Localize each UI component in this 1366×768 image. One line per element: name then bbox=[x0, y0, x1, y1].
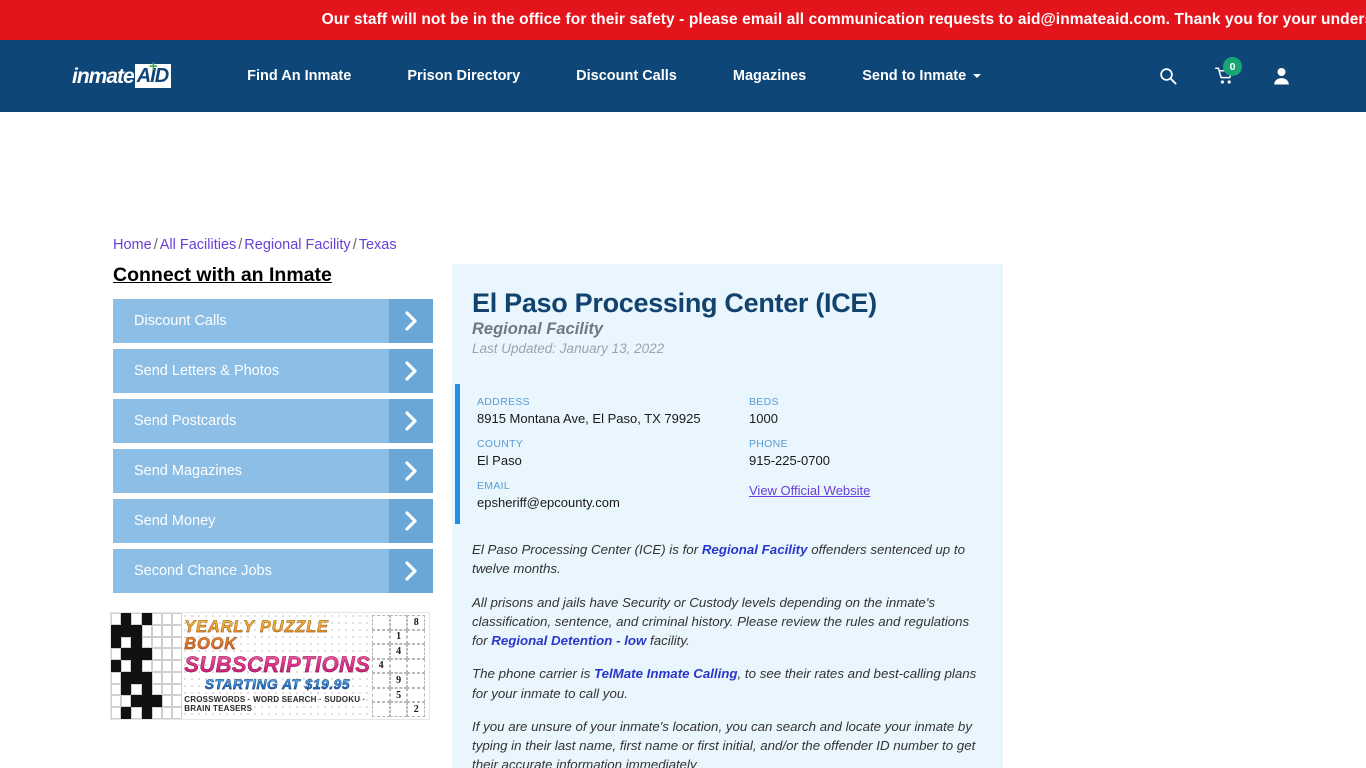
breadcrumb-separator: / bbox=[153, 237, 158, 253]
alert-banner-text: Our staff will not be in the office for … bbox=[321, 11, 1366, 28]
description-paragraph-2: All prisons and jails have Security or C… bbox=[472, 593, 983, 651]
info-label: BEDS bbox=[749, 396, 779, 408]
desc-text: El Paso Processing Center (ICE) is for bbox=[472, 542, 702, 557]
info-field-county: COUNTY El Paso bbox=[477, 438, 749, 468]
chevron-right-icon bbox=[389, 549, 433, 593]
page-title: El Paso Processing Center (ICE) bbox=[472, 288, 877, 318]
cart-icon[interactable]: 0 bbox=[1215, 57, 1242, 85]
sidebar-item-send-postcards[interactable]: Send Postcards bbox=[113, 399, 433, 443]
nav-item-send-to-inmate[interactable]: Send to Inmate bbox=[834, 68, 1009, 84]
user-icon[interactable] bbox=[1273, 67, 1290, 85]
info-label: ADDRESS bbox=[477, 396, 530, 408]
facility-description: El Paso Processing Center (ICE) is for R… bbox=[472, 540, 983, 768]
sidebar-item-send-letters-photos[interactable]: Send Letters & Photos bbox=[113, 349, 433, 393]
ad-text-block: YEARLY PUZZLE BOOK SUBSCRIPTIONS STARTIN… bbox=[182, 613, 372, 719]
facility-type: Regional Facility bbox=[472, 320, 604, 338]
nav-item-prison-directory[interactable]: Prison Directory bbox=[379, 68, 548, 84]
ad-subtext: CROSSWORDS · WORD SEARCH · SUDOKU · BRAI… bbox=[184, 695, 366, 714]
nav-item-magazines[interactable]: Magazines bbox=[705, 68, 834, 84]
last-updated-text: Last Updated: January 13, 2022 bbox=[472, 341, 665, 356]
sidebar-item-label: Send Magazines bbox=[134, 463, 243, 479]
ad-headline-1: YEARLY PUZZLE BOOK bbox=[184, 618, 370, 654]
sidebar-item-label: Second Chance Jobs bbox=[134, 563, 272, 579]
info-label: PHONE bbox=[749, 438, 788, 450]
info-value: 915-225-0700 bbox=[749, 453, 830, 468]
chevron-right-icon bbox=[389, 299, 433, 343]
description-paragraph-1: El Paso Processing Center (ICE) is for R… bbox=[472, 540, 983, 579]
info-field-phone: PHONE 915-225-0700 bbox=[749, 438, 1003, 468]
breadcrumb-separator: / bbox=[352, 237, 357, 253]
breadcrumb-item-regional-facility[interactable]: Regional Facility bbox=[244, 237, 350, 253]
link-telmate-inmate-calling[interactable]: TelMate Inmate Calling bbox=[594, 666, 738, 681]
ad-headline-3: STARTING AT $19.95 bbox=[204, 676, 350, 693]
sidebar-item-label: Send Letters & Photos bbox=[134, 363, 280, 379]
description-paragraph-3: The phone carrier is TelMate Inmate Call… bbox=[472, 664, 983, 703]
info-field-email: EMAIL epsheriff@epcounty.com bbox=[477, 480, 749, 510]
logo-plus-icon: + bbox=[149, 58, 158, 75]
logo-text-inmate: inmate bbox=[72, 64, 135, 88]
info-value: 8915 Montana Ave, El Paso, TX 79925 bbox=[477, 411, 701, 426]
chevron-right-icon bbox=[389, 449, 433, 493]
link-regional-detention-low[interactable]: Regional Detention - low bbox=[491, 633, 646, 648]
description-paragraph-4: If you are unsure of your inmate's locat… bbox=[472, 718, 976, 768]
info-label: COUNTY bbox=[477, 438, 524, 450]
breadcrumb-item-all-facilities[interactable]: All Facilities bbox=[160, 237, 237, 253]
site-logo[interactable]: inmate AID + bbox=[72, 59, 172, 88]
site-alert-banner: Our staff will not be in the office for … bbox=[0, 0, 1366, 40]
info-value: epsheriff@epcounty.com bbox=[477, 495, 620, 510]
sidebar-title: Connect with an Inmate bbox=[113, 264, 332, 286]
chevron-right-icon bbox=[389, 499, 433, 543]
puzzle-book-ad-banner[interactable]: YEARLY PUZZLE BOOK SUBSCRIPTIONS STARTIN… bbox=[110, 612, 430, 720]
info-field-website: View Official Website bbox=[749, 480, 1003, 510]
ad-headline-2: SUBSCRIPTIONS bbox=[184, 652, 371, 678]
view-official-website-link[interactable]: View Official Website bbox=[749, 483, 870, 498]
info-field-beds: BEDS 1000 bbox=[749, 396, 1003, 426]
breadcrumb-item-home[interactable]: Home bbox=[113, 237, 152, 253]
breadcrumb-item-texas[interactable]: Texas bbox=[359, 237, 397, 253]
sidebar-item-label: Discount Calls bbox=[134, 313, 227, 329]
chevron-right-icon bbox=[389, 399, 433, 443]
link-regional-facility[interactable]: Regional Facility bbox=[702, 542, 808, 557]
breadcrumb: Home / All Facilities / Regional Facility / Te… bbox=[113, 237, 397, 253]
sidebar-item-discount-calls[interactable]: Discount Calls bbox=[113, 299, 433, 343]
sidebar-item-send-money[interactable]: Send Money bbox=[113, 499, 433, 543]
facility-card: El Paso Processing Center (ICE) Regional… bbox=[452, 264, 1003, 768]
chevron-right-icon bbox=[389, 349, 433, 393]
cart-count-badge: 0 bbox=[1223, 57, 1242, 76]
sudoku-grid-graphic: 8144952 bbox=[372, 613, 429, 719]
info-value: 1000 bbox=[749, 411, 778, 426]
sidebar-item-send-magazines[interactable]: Send Magazines bbox=[113, 449, 433, 493]
info-field-address: ADDRESS 8915 Montana Ave, El Paso, TX 79… bbox=[477, 396, 749, 426]
sidebar-item-second-chance-jobs[interactable]: Second Chance Jobs bbox=[113, 549, 433, 593]
facility-info-block: ADDRESS 8915 Montana Ave, El Paso, TX 79… bbox=[455, 384, 1003, 524]
info-label: EMAIL bbox=[477, 480, 511, 492]
info-value: El Paso bbox=[477, 453, 522, 468]
nav-links: Find An Inmate Prison Directory Discount… bbox=[219, 68, 1009, 84]
sidebar-item-label: Send Money bbox=[134, 513, 216, 529]
search-icon[interactable] bbox=[1159, 67, 1177, 85]
desc-text: facility. bbox=[646, 633, 690, 649]
desc-text: The phone carrier is bbox=[472, 666, 594, 682]
sidebar-item-label: Send Postcards bbox=[134, 413, 237, 429]
sidebar: Connect with an Inmate Discount Calls Se… bbox=[113, 264, 433, 599]
nav-item-discount-calls[interactable]: Discount Calls bbox=[548, 68, 705, 84]
main-navbar: inmate AID + Find An Inmate Prison Direc… bbox=[0, 40, 1366, 112]
crossword-grid-graphic bbox=[111, 613, 183, 719]
nav-item-find-an-inmate[interactable]: Find An Inmate bbox=[219, 68, 379, 84]
nav-icon-group: 0 bbox=[1159, 57, 1290, 85]
